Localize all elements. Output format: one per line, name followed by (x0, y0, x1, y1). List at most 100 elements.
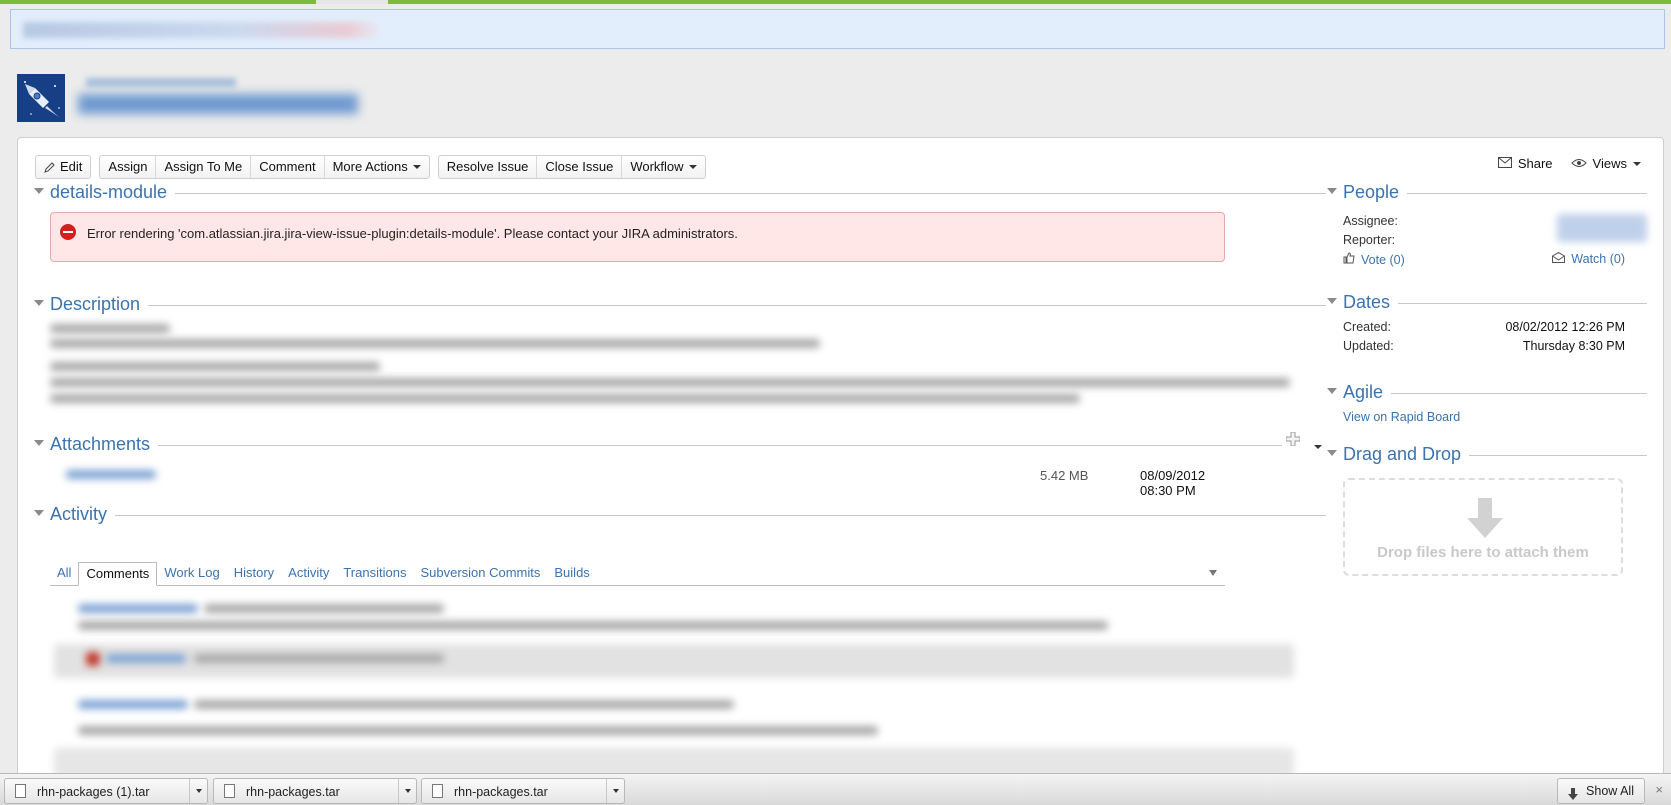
workflow-label: Workflow (630, 159, 684, 174)
workflow-group: Resolve Issue Close Issue Workflow (437, 155, 706, 179)
details-module: details-module Error rendering 'com.atla… (34, 182, 1326, 262)
drop-zone-message: Drop files here to attach them (1377, 544, 1589, 561)
vote-label: Vote (0) (1361, 252, 1405, 267)
agile-header[interactable]: Agile (1327, 382, 1647, 404)
agile-module: Agile View on Rapid Board (1327, 382, 1647, 424)
collapse-triangle-icon (34, 510, 44, 516)
file-drop-zone[interactable]: Drop files here to attach them (1343, 478, 1623, 576)
address-bar[interactable] (10, 9, 1665, 49)
resolve-issue-button[interactable]: Resolve Issue (439, 156, 537, 178)
download-menu-chevron-icon[interactable] (189, 779, 207, 803)
comment-button[interactable]: Comment (250, 156, 323, 178)
watch-link[interactable]: Watch (0) (1552, 251, 1625, 266)
attachment-date: 08/09/2012 08:30 PM (1140, 468, 1206, 498)
envelope-icon (1497, 156, 1512, 171)
collapse-triangle-icon (1327, 388, 1337, 394)
tab-work-log[interactable]: Work Log (157, 562, 226, 586)
activity-title: Activity (50, 504, 116, 525)
reporter-label: Reporter: (1343, 233, 1396, 247)
tab-transitions[interactable]: Transitions (336, 562, 413, 586)
share-button[interactable]: Share (1497, 156, 1553, 171)
add-attachment-plus-icon[interactable] (1285, 431, 1301, 447)
project-title-redacted (78, 74, 368, 122)
collapse-triangle-icon (1327, 298, 1337, 304)
activity-header[interactable]: Activity (34, 504, 1326, 526)
view-on-rapid-board-link[interactable]: View on Rapid Board (1343, 410, 1460, 424)
error-icon (60, 224, 76, 240)
top-strip (0, 0, 1671, 4)
people-module: People Assignee: Reporter: Vote (0) Watc… (1327, 182, 1647, 267)
download-item[interactable]: rhn-packages.tar (213, 778, 417, 804)
chevron-down-icon (1633, 161, 1641, 166)
file-icon (432, 784, 443, 798)
tab-history[interactable]: History (227, 562, 281, 586)
download-filename: rhn-packages.tar (454, 785, 548, 799)
share-label: Share (1517, 156, 1553, 171)
file-icon (15, 784, 26, 798)
drag-and-drop-title: Drag and Drop (1343, 444, 1470, 465)
people-names-redacted[interactable] (1557, 214, 1647, 242)
show-all-downloads-button[interactable]: Show All (1557, 778, 1645, 804)
more-actions-label: More Actions (332, 159, 408, 174)
tab-builds[interactable]: Builds (547, 562, 596, 586)
people-header[interactable]: People (1327, 182, 1647, 204)
assignee-label: Assignee: (1343, 214, 1398, 228)
views-button[interactable]: Views (1570, 156, 1641, 171)
arrow-down-icon (1467, 498, 1503, 541)
views-label: Views (1592, 156, 1627, 171)
tab-subversion-commits[interactable]: Subversion Commits (413, 562, 547, 586)
created-value: 08/02/2012 12:26 PM (1505, 320, 1625, 334)
attachment-options-caret-icon[interactable] (1314, 437, 1322, 452)
action-group: Assign Assign To Me Comment More Actions (99, 155, 430, 179)
downloads-bar: rhn-packages (1).tar rhn-packages.tar rh… (0, 773, 1671, 805)
updated-value: Thursday 8:30 PM (1522, 339, 1625, 353)
download-arrow-icon (1567, 785, 1579, 805)
tab-activity[interactable]: Activity (281, 562, 336, 586)
description-module: Description (34, 294, 1326, 419)
issue-toolbar: Edit Assign Assign To Me Comment More Ac… (35, 155, 714, 179)
dates-header[interactable]: Dates (1327, 292, 1647, 314)
download-item[interactable]: rhn-packages.tar (421, 778, 625, 804)
error-message: Error rendering 'com.atlassian.jira.jira… (50, 212, 1225, 262)
dates-title: Dates (1343, 292, 1399, 313)
project-avatar-rocket-icon[interactable] (17, 74, 65, 122)
issue-panel: Edit Assign Assign To Me Comment More Ac… (17, 137, 1664, 777)
collapse-triangle-icon (1327, 450, 1337, 456)
download-menu-chevron-icon[interactable] (398, 779, 416, 803)
assign-to-me-button[interactable]: Assign To Me (155, 156, 250, 178)
attachment-filename-redacted[interactable] (66, 470, 156, 479)
collapse-triangle-icon (34, 440, 44, 446)
description-title: Description (50, 294, 149, 315)
tab-comments[interactable]: Comments (78, 562, 158, 586)
download-menu-chevron-icon[interactable] (606, 779, 624, 803)
watch-label: Watch (0) (1571, 252, 1625, 266)
tab-all[interactable]: All (50, 562, 78, 586)
collapse-triangle-icon (34, 188, 44, 194)
workflow-button[interactable]: Workflow (621, 156, 704, 178)
file-icon (224, 784, 235, 798)
edit-label: Edit (60, 159, 83, 174)
eye-icon (1570, 156, 1587, 171)
edit-button[interactable]: Edit (36, 156, 90, 178)
download-item[interactable]: rhn-packages (1).tar (4, 778, 208, 804)
attachments-module: Attachments 5.42 MB 08/09/2012 08:30 PM (34, 431, 1326, 498)
activity-module: Activity All Comments Work Log History A… (34, 504, 1326, 776)
assign-button[interactable]: Assign (100, 156, 155, 178)
drag-and-drop-module: Drag and Drop Drop files here to attach … (1327, 444, 1647, 584)
drag-and-drop-header[interactable]: Drag and Drop (1327, 444, 1647, 466)
chevron-down-icon (688, 165, 697, 169)
attachment-row: 5.42 MB 08/09/2012 08:30 PM (50, 464, 1225, 498)
close-issue-button[interactable]: Close Issue (536, 156, 621, 178)
close-downloads-bar-icon[interactable]: × (1655, 783, 1663, 796)
vote-link[interactable]: Vote (0) (1343, 252, 1405, 267)
details-module-header[interactable]: details-module (34, 182, 1326, 204)
dates-module: Dates Created: 08/02/2012 12:26 PM Updat… (1327, 292, 1647, 353)
description-header[interactable]: Description (34, 294, 1326, 316)
issue-toolbar-right: Share Views (1497, 156, 1641, 171)
more-actions-button[interactable]: More Actions (323, 156, 429, 178)
attachments-header[interactable]: Attachments (34, 431, 1326, 456)
activity-tabs: All Comments Work Log History Activity T… (50, 562, 1225, 586)
collapse-triangle-icon (34, 300, 44, 306)
download-filename: rhn-packages (1).tar (37, 785, 150, 799)
sort-order-icon[interactable] (1209, 570, 1217, 576)
